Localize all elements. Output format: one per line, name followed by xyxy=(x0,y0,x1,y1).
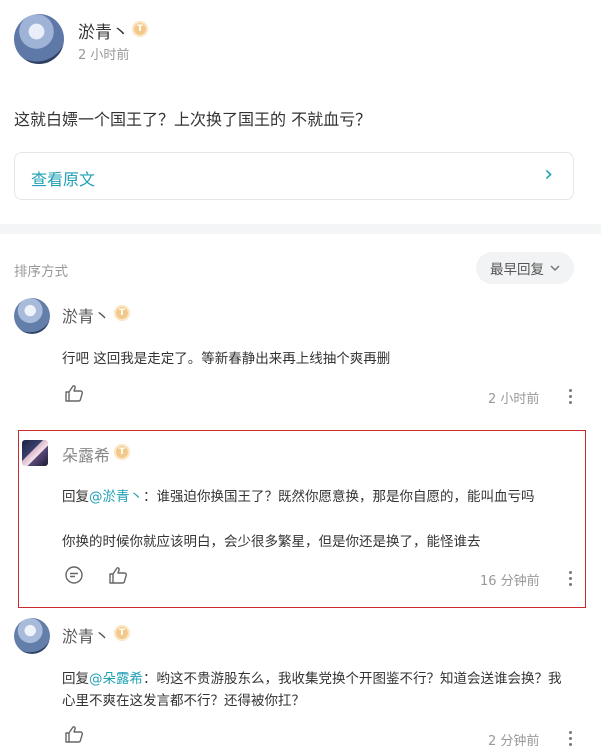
more-options-icon[interactable] xyxy=(563,389,577,404)
reply-prefix: 回复 xyxy=(62,489,89,505)
reply-text: 回复@淤青丶：谁强迫你换国王了？既然你愿意换，那是你自愿的，能叫血亏吗 xyxy=(62,486,535,508)
reply-prefix: 回复 xyxy=(62,671,89,687)
commenter-avatar[interactable] xyxy=(14,298,50,334)
commenter-avatar[interactable] xyxy=(22,440,48,466)
commenter-name[interactable]: 淤青丶 xyxy=(62,303,110,327)
like-icon[interactable] xyxy=(108,566,128,588)
post-author-name[interactable]: 淤青丶 xyxy=(78,18,129,43)
comment-time: 16 分钟前 xyxy=(480,574,540,589)
commenter-name[interactable]: 朵露希 xyxy=(62,442,110,466)
commenter-name[interactable]: 淤青丶 xyxy=(62,623,110,647)
author-avatar[interactable] xyxy=(14,14,64,64)
sort-dropdown[interactable]: 最早回复 xyxy=(476,252,574,284)
reply-text-line2: 你换的时候你就应该明白，会少很多繁星，但是你还是换了，能怪谁去 xyxy=(62,534,481,550)
reply-separator: ： xyxy=(143,671,157,687)
post-content: 这就白嫖一个国王了？上次换了国王的 不就血亏？ xyxy=(14,110,372,129)
reply-icon[interactable] xyxy=(64,565,84,589)
comment-text: 行吧 这回我是走定了。等新春静出来再上线抽个爽再删 xyxy=(62,351,391,367)
sort-label: 排序方式 xyxy=(14,264,68,280)
level-badge-icon: T xyxy=(132,21,148,37)
reply-separator: ： xyxy=(143,489,157,505)
level-badge-icon: T xyxy=(114,305,130,321)
level-badge-icon: T xyxy=(114,444,130,460)
commenter-avatar[interactable] xyxy=(14,618,50,654)
like-icon[interactable] xyxy=(64,384,84,406)
mention-link[interactable]: @淤青丶 xyxy=(89,489,143,505)
mention-link[interactable]: @朵露希 xyxy=(89,671,143,687)
post-time: 2 小时前 xyxy=(78,48,130,63)
more-options-icon[interactable] xyxy=(563,731,577,746)
view-original-card[interactable]: 查看原文 › xyxy=(14,152,574,200)
level-badge-icon: T xyxy=(114,625,130,641)
comment-time: 2 分钟前 xyxy=(488,734,540,749)
view-original-link[interactable]: 查看原文 xyxy=(31,166,95,190)
more-options-icon[interactable] xyxy=(563,571,577,586)
reply-text: 回复@朵露希：哟这不贵游股东么，我收集党换个开图鉴不行？知道会送谁会换？我 xyxy=(62,668,582,690)
reply-body: 谁强迫你换国王了？既然你愿意换，那是你自愿的，能叫血亏吗 xyxy=(156,489,535,505)
reply-body: 哟这不贵游股东么，我收集党换个开图鉴不行？知道会送谁会换？我 xyxy=(156,671,562,687)
section-divider xyxy=(0,224,601,234)
chevron-down-icon xyxy=(550,265,560,272)
comment-time: 2 小时前 xyxy=(488,392,540,407)
sort-current: 最早回复 xyxy=(490,262,544,278)
like-icon[interactable] xyxy=(64,725,84,747)
chevron-right-icon: › xyxy=(544,162,553,187)
reply-text-line2: 心里不爽在这发言都不行？还得被你扛？ xyxy=(62,693,305,709)
